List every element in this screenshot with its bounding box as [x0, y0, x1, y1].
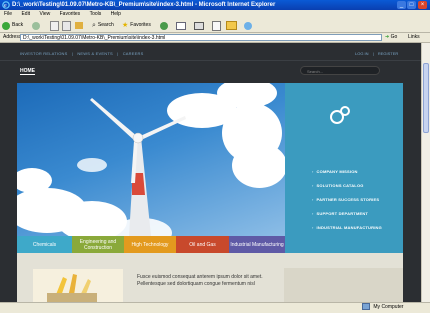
refresh-button[interactable]: [62, 20, 71, 31]
print-icon: [194, 21, 204, 30]
status-zone: My Computer: [362, 303, 403, 312]
category-tabs: Chemicals Engineering and Construction H…: [17, 236, 285, 253]
close-button[interactable]: ×: [418, 1, 427, 9]
wind-turbine: [90, 98, 186, 236]
menu-favorites[interactable]: Favorites: [60, 11, 81, 17]
title-bar: e D:\_work\Testing\01.09.07\Metro-KB\_Pr…: [0, 0, 430, 10]
account-links: LOG IN | REGISTER: [355, 51, 399, 56]
minimize-button[interactable]: _: [397, 1, 406, 9]
search-icon: ⌕: [92, 22, 96, 29]
content-side-block: [284, 268, 403, 302]
tab-engineering-construction[interactable]: Engineering and Construction: [72, 236, 124, 253]
address-input[interactable]: D:\_work\Testing\01.09.07\Metro-KB\_Prem…: [20, 34, 382, 41]
history-button[interactable]: [160, 21, 168, 30]
forward-button[interactable]: [32, 21, 40, 30]
mail-icon: [176, 21, 186, 30]
edit-button[interactable]: [212, 20, 221, 31]
ie-icon: e: [2, 1, 10, 9]
page-icon: [50, 20, 59, 31]
toolbar: Back ⌕ Search ★ Favorites: [0, 19, 430, 33]
messenger-button[interactable]: [244, 21, 252, 30]
status-bar: My Computer: [0, 302, 430, 313]
vertical-scrollbar[interactable]: [421, 43, 430, 302]
separator: |: [71, 51, 74, 56]
menu-edit[interactable]: Edit: [21, 11, 30, 17]
link-register[interactable]: REGISTER: [378, 51, 398, 56]
content-line-1: Fusce euismod consequat anterem ipsum do…: [137, 274, 263, 280]
menu-company-mission[interactable]: COMPANY MISSION: [312, 169, 358, 174]
pencils-image: [33, 269, 123, 302]
folder-icon: [226, 21, 237, 30]
messenger-icon: [244, 21, 252, 30]
side-panel: COMPANY MISSION SOLUTIONS CATALOG PARTNE…: [285, 83, 403, 253]
link-login[interactable]: LOG IN: [355, 51, 369, 56]
top-links: INVESTOR RELATIONS | NEWS & EVENTS | CAR…: [20, 51, 146, 56]
menu-support-department[interactable]: SUPPORT DEPARTMENT: [312, 211, 368, 216]
computer-icon: [362, 303, 370, 311]
gears-icon: [330, 106, 350, 124]
mail-button[interactable]: [176, 21, 186, 30]
window-title: D:\_work\Testing\01.09.07\Metro-KB\_Prem…: [12, 2, 276, 8]
back-arrow-icon: [2, 21, 10, 30]
address-bar: Address D:\_work\Testing\01.09.07\Metro-…: [0, 33, 430, 43]
tab-industrial-manufacturing[interactable]: Industrial Manufacturing: [229, 236, 285, 253]
search-button[interactable]: ⌕ Search: [92, 21, 114, 30]
svg-text:e: e: [4, 3, 7, 9]
maximize-button[interactable]: □: [407, 1, 416, 9]
print-button[interactable]: [194, 21, 204, 30]
go-arrow-icon: ➜: [385, 34, 390, 40]
menu-tools[interactable]: Tools: [90, 11, 102, 17]
content-line-2: Pellentesque sed dolortiquam congue ferm…: [137, 281, 255, 287]
edit-icon: [212, 20, 221, 31]
links-button[interactable]: Links: [408, 33, 420, 42]
stop-button[interactable]: [50, 20, 59, 31]
refresh-icon: [62, 20, 71, 31]
browser-window: e D:\_work\Testing\01.09.07\Metro-KB\_Pr…: [0, 0, 430, 313]
scrollbar-thumb[interactable]: [423, 63, 429, 133]
content-photo: [33, 269, 123, 302]
back-button[interactable]: Back: [2, 21, 23, 30]
link-news-events[interactable]: NEWS & EVENTS: [77, 51, 113, 56]
home-icon: [75, 22, 83, 29]
star-icon: ★: [122, 22, 129, 29]
menu-file[interactable]: File: [4, 11, 12, 17]
header-divider: [0, 60, 421, 61]
separator: |: [117, 51, 119, 56]
tab-chemicals[interactable]: Chemicals: [17, 236, 72, 253]
content-text: Fusce euismod consequat anterem ipsum do…: [137, 274, 263, 288]
menu-solutions-catalog[interactable]: SOLUTIONS CATALOG: [312, 183, 364, 188]
menu-bar: File Edit View Favorites Tools Help: [0, 10, 430, 19]
folder-button[interactable]: [226, 21, 237, 30]
home-button[interactable]: [75, 21, 83, 30]
address-label: Address: [3, 34, 22, 40]
link-careers[interactable]: CAREERS: [123, 51, 144, 56]
site-search-input[interactable]: Search...: [300, 66, 380, 75]
menu-industrial-manufacturing[interactable]: INDUSTRIAL MANUFACTURING: [312, 225, 382, 230]
page-viewport: INVESTOR RELATIONS | NEWS & EVENTS | CAR…: [0, 43, 421, 302]
go-button[interactable]: ➜ Go: [385, 34, 403, 41]
menu-view[interactable]: View: [39, 11, 50, 17]
menu-help[interactable]: Help: [111, 11, 121, 17]
tab-oil-gas[interactable]: Oil and Gas: [176, 236, 229, 253]
menu-partner-success-stories[interactable]: PARTNER SUCCESS STORIES: [312, 197, 379, 202]
history-icon: [160, 21, 168, 30]
forward-arrow-icon: [32, 21, 40, 30]
content-area: Fusce euismod consequat anterem ipsum do…: [17, 253, 403, 302]
tab-high-technology[interactable]: High Technology: [124, 236, 176, 253]
hero-image: [17, 83, 285, 236]
link-investor-relations[interactable]: INVESTOR RELATIONS: [20, 51, 67, 56]
nav-home[interactable]: HOME: [20, 68, 35, 75]
favorites-button[interactable]: ★ Favorites: [122, 21, 151, 30]
